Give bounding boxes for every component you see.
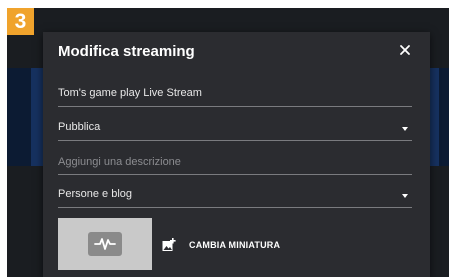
stream-title-field[interactable]: Tom's game play Live Stream bbox=[58, 81, 412, 107]
change-thumbnail-button[interactable]: CAMBIA MINIATURA bbox=[162, 235, 280, 255]
dropdown-caret-icon bbox=[402, 127, 408, 131]
category-select[interactable]: Persone e blog bbox=[58, 182, 412, 208]
stream-title-value: Tom's game play Live Stream bbox=[58, 87, 202, 99]
visibility-select[interactable]: Pubblica bbox=[58, 115, 412, 141]
edit-stream-dialog: Modifica streaming Tom's game play Live … bbox=[43, 32, 430, 277]
dropdown-caret-icon bbox=[402, 194, 408, 198]
thumbnail-preview[interactable] bbox=[58, 218, 152, 270]
thumbnail-placeholder bbox=[88, 232, 122, 256]
visibility-selected-value: Pubblica bbox=[58, 121, 101, 133]
dialog-header: Modifica streaming bbox=[43, 32, 430, 70]
close-button[interactable] bbox=[397, 42, 413, 58]
close-icon bbox=[400, 45, 410, 55]
description-field[interactable] bbox=[58, 149, 412, 175]
change-thumbnail-label: CAMBIA MINIATURA bbox=[189, 240, 281, 250]
step-number-badge: 3 bbox=[7, 8, 34, 35]
waveform-icon bbox=[94, 238, 116, 250]
description-input[interactable] bbox=[58, 149, 412, 174]
category-selected-value: Persone e blog bbox=[58, 188, 132, 200]
dialog-title: Modifica streaming bbox=[58, 43, 195, 60]
add-image-icon bbox=[162, 238, 176, 251]
